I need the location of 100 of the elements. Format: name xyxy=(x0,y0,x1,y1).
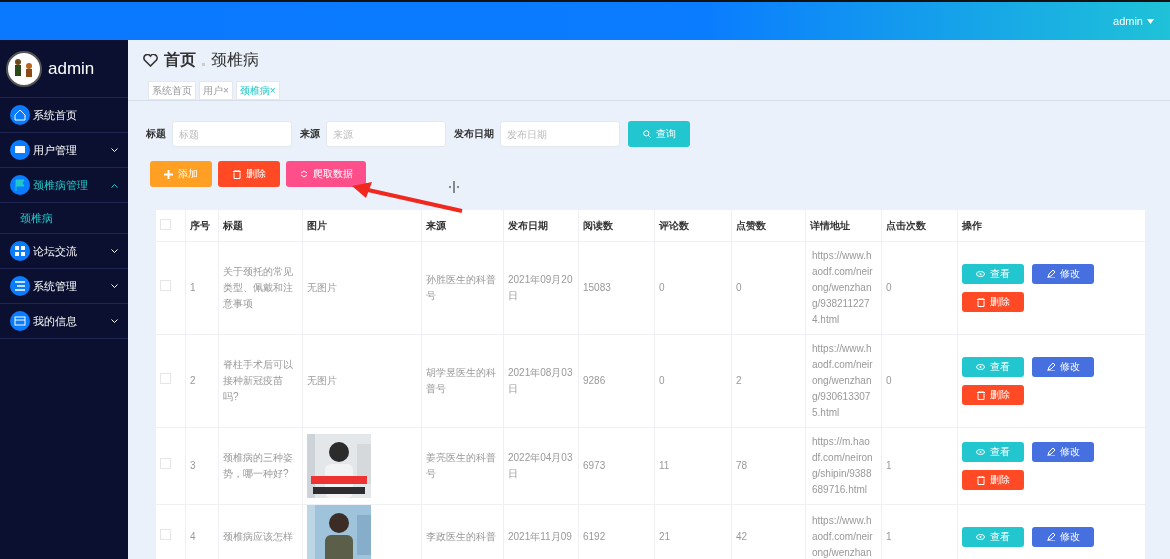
column-header: 点赞数 xyxy=(731,210,806,242)
breadcrumb-current: 颈椎病 xyxy=(211,50,259,70)
trash-icon xyxy=(976,390,985,400)
column-header: 点击次数 xyxy=(881,210,958,242)
eye-icon xyxy=(976,271,985,277)
caret-icon xyxy=(1147,18,1154,24)
column-header: 详情地址 xyxy=(805,210,882,242)
checkbox[interactable] xyxy=(160,529,171,540)
table-cell-text: 2021年08月03日 xyxy=(508,366,574,396)
table-cell-text: 2021年09月20日 xyxy=(508,273,574,303)
table-cell-text: 1 xyxy=(190,281,197,295)
action-button[interactable]: 查看 xyxy=(962,527,1024,547)
action-button[interactable]: 删除 xyxy=(962,292,1024,312)
card-icon xyxy=(10,311,30,331)
column-header: 发布日期 xyxy=(503,210,579,242)
trash-icon xyxy=(976,297,985,307)
column-header: 图片 xyxy=(302,210,422,242)
checkbox[interactable] xyxy=(160,373,171,384)
table-cell-text: 姜亮医生的科普号 xyxy=(426,451,497,481)
checkbox[interactable] xyxy=(160,280,171,291)
edit-icon xyxy=(1046,533,1055,541)
column-header: 阅读数 xyxy=(578,210,655,242)
action-button[interactable]: 修改 xyxy=(1032,442,1094,462)
field-label: 来源 xyxy=(300,127,320,141)
heart-icon xyxy=(143,54,158,67)
table-cell-text: 0 xyxy=(659,374,666,388)
menu-item[interactable]: 我的信息 xyxy=(0,304,128,339)
table-cell-text: 6973 xyxy=(583,459,607,473)
action-button[interactable]: 修改 xyxy=(1032,527,1094,547)
table-cell-text: 0 xyxy=(736,281,743,295)
column-header: 标题 xyxy=(218,210,303,242)
toolbar-button[interactable]: 添加 xyxy=(150,161,212,187)
table-cell-text: 脊柱手术后可以接种新冠疫苗吗? xyxy=(223,358,294,404)
table-cell-text: 1 xyxy=(886,459,893,473)
edit-icon xyxy=(1046,448,1055,456)
table-cell-text: 15083 xyxy=(583,281,612,295)
table-cell-text: 1 xyxy=(886,530,893,544)
link-cell-text: https://www.haodf.com/neirong/wenzhang/9382112274.html xyxy=(812,249,874,327)
eye-icon xyxy=(976,449,985,455)
plus-icon xyxy=(164,169,173,179)
search-field[interactable]: 标题 xyxy=(172,121,292,147)
column-header: 操作 xyxy=(957,210,1146,242)
table-cell-text: 11 xyxy=(659,459,671,473)
search-button[interactable]: 查询 xyxy=(628,121,690,147)
chevron-icon xyxy=(111,147,118,153)
table-cell-text: 6192 xyxy=(583,530,607,544)
chevron-icon xyxy=(111,182,118,188)
action-button[interactable]: 修改 xyxy=(1032,357,1094,377)
breadcrumb-separator xyxy=(202,63,205,66)
chevron-icon xyxy=(111,283,118,289)
action-button[interactable]: 修改 xyxy=(1032,264,1094,284)
table-cell-text: 0 xyxy=(659,281,666,295)
table-cell-text: 9286 xyxy=(583,374,607,388)
table-cell-text: 2022年04月03日 xyxy=(508,451,574,481)
action-button[interactable]: 查看 xyxy=(962,357,1024,377)
table-cell-text: 胡学昱医生的科普号 xyxy=(426,366,497,396)
column-header: 来源 xyxy=(421,210,504,242)
table-cell-text: 无图片 xyxy=(307,281,338,295)
edit-icon xyxy=(1046,270,1055,278)
table-cell-text: 0 xyxy=(886,281,893,295)
menu-item[interactable]: 系统管理 xyxy=(0,269,128,304)
action-button[interactable]: 查看 xyxy=(962,442,1024,462)
table-cell-text: 78 xyxy=(736,459,749,473)
eye-icon xyxy=(976,534,985,540)
table-cell-text: 2 xyxy=(190,374,197,388)
table-cell-text: 李政医生的科普 xyxy=(426,530,497,544)
table-cell-text: 孙胜医生的科普号 xyxy=(426,273,497,303)
toolbar-button[interactable]: 删除 xyxy=(218,161,280,187)
field-label: 标题 xyxy=(146,127,166,141)
sort-icon xyxy=(299,170,308,178)
menu-item[interactable]: 颈椎病管理 xyxy=(0,168,128,203)
page-tab[interactable]: 系统首页 xyxy=(148,81,196,100)
menu-item[interactable]: 用户管理 xyxy=(0,133,128,168)
table-cell-text: 颈椎病的三种姿势，哪一种好? xyxy=(223,451,294,481)
avatar xyxy=(6,50,42,87)
column-header: 评论数 xyxy=(654,210,732,242)
link-cell-text: https://www.haodf.com/neirong/wenzhang/9306133075.html xyxy=(812,342,874,420)
monitor-icon xyxy=(10,140,30,160)
page-tab[interactable]: 颈椎病× xyxy=(235,81,280,100)
menu-item[interactable]: 论坛交流 xyxy=(0,234,128,269)
grid-icon xyxy=(10,241,30,261)
table-cell-text: 关于颈托的常见类型、佩戴和注意事项 xyxy=(223,265,294,311)
action-button[interactable]: 查看 xyxy=(962,264,1024,284)
text-cursor-icon xyxy=(448,180,460,194)
toolbar-button[interactable]: 爬取数据 xyxy=(286,161,366,187)
table-cell-text: 4 xyxy=(190,530,197,544)
trash-icon xyxy=(232,169,241,179)
page-tab[interactable]: 用户× xyxy=(199,81,233,100)
user-menu[interactable]: admin xyxy=(1113,15,1154,27)
action-button[interactable]: 删除 xyxy=(962,470,1024,490)
column-header: 序号 xyxy=(185,210,219,242)
checkbox[interactable] xyxy=(160,458,171,469)
breadcrumb-home[interactable]: 首页 xyxy=(164,50,196,71)
table-cell-text: 42 xyxy=(736,530,749,544)
menu-item[interactable]: 系统首页 xyxy=(0,98,128,133)
trash-icon xyxy=(976,475,985,485)
table-cell-text: 无图片 xyxy=(307,374,338,388)
action-button[interactable]: 删除 xyxy=(962,385,1024,405)
eye-icon xyxy=(976,364,985,370)
checkbox[interactable] xyxy=(160,219,171,230)
